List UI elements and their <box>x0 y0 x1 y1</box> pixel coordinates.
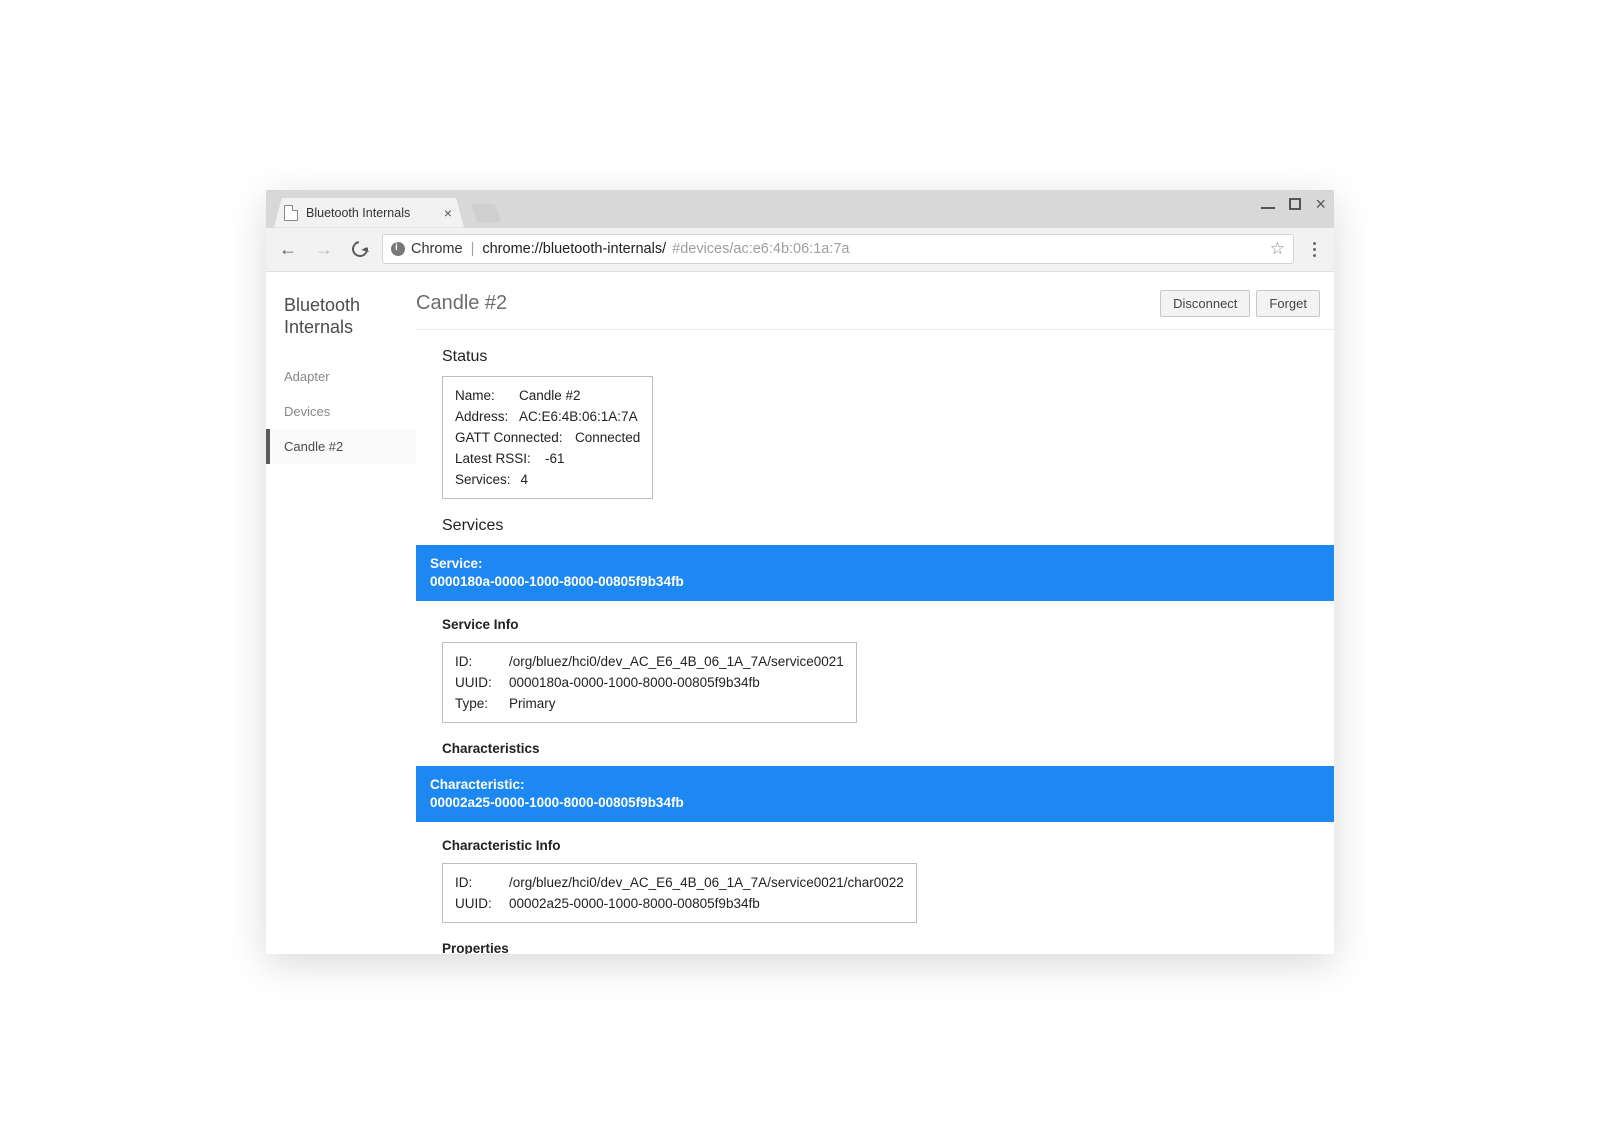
service-type-value: Primary <box>509 696 556 711</box>
browser-menu-button[interactable] <box>1302 242 1326 257</box>
page-header: Candle #2 Disconnect Forget <box>416 290 1334 330</box>
url-scheme: Chrome <box>411 241 463 257</box>
status-heading: Status <box>442 348 1334 366</box>
url-host: chrome://bluetooth-internals/ <box>482 241 666 257</box>
tab-strip: Bluetooth Internals × × <box>266 190 1334 228</box>
forget-button[interactable]: Forget <box>1256 290 1320 317</box>
char-uuid-value: 00002a25-0000-1000-8000-00805f9b34fb <box>509 896 760 911</box>
status-rssi-value: -61 <box>545 451 565 466</box>
service-header-bar[interactable]: Service: 0000180a-0000-1000-8000-00805f9… <box>416 545 1334 601</box>
char-uuid-label: UUID: <box>455 896 499 911</box>
reload-icon <box>349 238 371 260</box>
browser-tab[interactable]: Bluetooth Internals × <box>274 198 464 228</box>
service-bar-uuid: 0000180a-0000-1000-8000-00805f9b34fb <box>430 573 1320 591</box>
back-button[interactable]: ← <box>274 235 302 263</box>
disconnect-button[interactable]: Disconnect <box>1160 290 1250 317</box>
service-info-box: ID: /org/bluez/hci0/dev_AC_E6_4B_06_1A_7A… <box>442 642 857 723</box>
characteristic-bar-uuid: 00002a25-0000-1000-8000-00805f9b34fb <box>430 794 1320 812</box>
status-gatt-label: GATT Connected: <box>455 430 565 445</box>
status-rssi-label: Latest RSSI: <box>455 451 535 466</box>
properties-heading: Properties <box>442 941 1334 953</box>
characteristic-bar-label: Characteristic: <box>430 776 1320 794</box>
services-heading: Services <box>442 517 1334 535</box>
sidebar-item-adapter[interactable]: Adapter <box>266 359 416 394</box>
close-window-icon[interactable]: × <box>1315 194 1326 215</box>
char-id-value: /org/bluez/hci0/dev_AC_E6_4B_06_1A_7A/se… <box>509 875 904 890</box>
sidebar: Bluetooth Internals Adapter Devices Cand… <box>266 272 416 954</box>
sidebar-item-candle2[interactable]: Candle #2 <box>266 429 416 464</box>
characteristics-heading: Characteristics <box>442 741 1334 756</box>
status-name-label: Name: <box>455 388 509 403</box>
main-panel: Candle #2 Disconnect Forget Status Name:… <box>416 272 1334 954</box>
url-separator: | <box>471 241 475 257</box>
service-info-heading: Service Info <box>442 617 1334 632</box>
status-gatt-value: Connected <box>575 430 640 445</box>
service-id-label: ID: <box>455 654 499 669</box>
page-title: Candle #2 <box>416 292 507 315</box>
characteristic-info-box: ID: /org/bluez/hci0/dev_AC_E6_4B_06_1A_7A… <box>442 863 917 923</box>
url-path: #devices/ac:e6:4b:06:1a:7a <box>672 241 849 257</box>
service-bar-label: Service: <box>430 555 1320 573</box>
tab-title: Bluetooth Internals <box>306 206 410 220</box>
status-box: Name: Candle #2 Address: AC:E6:4B:06:1A:7A… <box>442 376 653 499</box>
page-content: Bluetooth Internals Adapter Devices Cand… <box>266 272 1334 954</box>
bookmark-star-icon[interactable]: ☆ <box>1270 239 1285 259</box>
browser-toolbar: ← → Chrome | chrome://bluetooth-internal… <box>266 228 1334 272</box>
service-uuid-value: 0000180a-0000-1000-8000-00805f9b34fb <box>509 675 760 690</box>
status-address-label: Address: <box>455 409 509 424</box>
minimize-icon[interactable] <box>1261 207 1275 209</box>
reload-button[interactable] <box>346 235 374 263</box>
new-tab-button[interactable] <box>471 204 502 222</box>
origin-info-icon[interactable] <box>391 242 405 256</box>
forward-button[interactable]: → <box>310 235 338 263</box>
status-services-label: Services: <box>455 472 511 487</box>
service-id-value: /org/bluez/hci0/dev_AC_E6_4B_06_1A_7A/se… <box>509 654 844 669</box>
characteristic-header-bar[interactable]: Characteristic: 00002a25-0000-1000-8000-… <box>416 766 1334 822</box>
close-tab-icon[interactable]: × <box>444 205 452 221</box>
page-icon <box>284 205 298 221</box>
characteristic-info-heading: Characteristic Info <box>442 838 1334 853</box>
app-title: Bluetooth Internals <box>266 290 416 359</box>
service-uuid-label: UUID: <box>455 675 499 690</box>
window-controls: × <box>1261 194 1326 215</box>
char-id-label: ID: <box>455 875 499 890</box>
browser-window: Bluetooth Internals × × ← → Chrome | chr… <box>266 190 1334 954</box>
status-address-value: AC:E6:4B:06:1A:7A <box>519 409 638 424</box>
service-type-label: Type: <box>455 696 499 711</box>
address-bar[interactable]: Chrome | chrome://bluetooth-internals/ #d… <box>382 234 1294 264</box>
status-name-value: Candle #2 <box>519 388 581 403</box>
sidebar-item-devices[interactable]: Devices <box>266 394 416 429</box>
maximize-icon[interactable] <box>1289 198 1301 210</box>
status-services-value: 4 <box>521 472 529 487</box>
